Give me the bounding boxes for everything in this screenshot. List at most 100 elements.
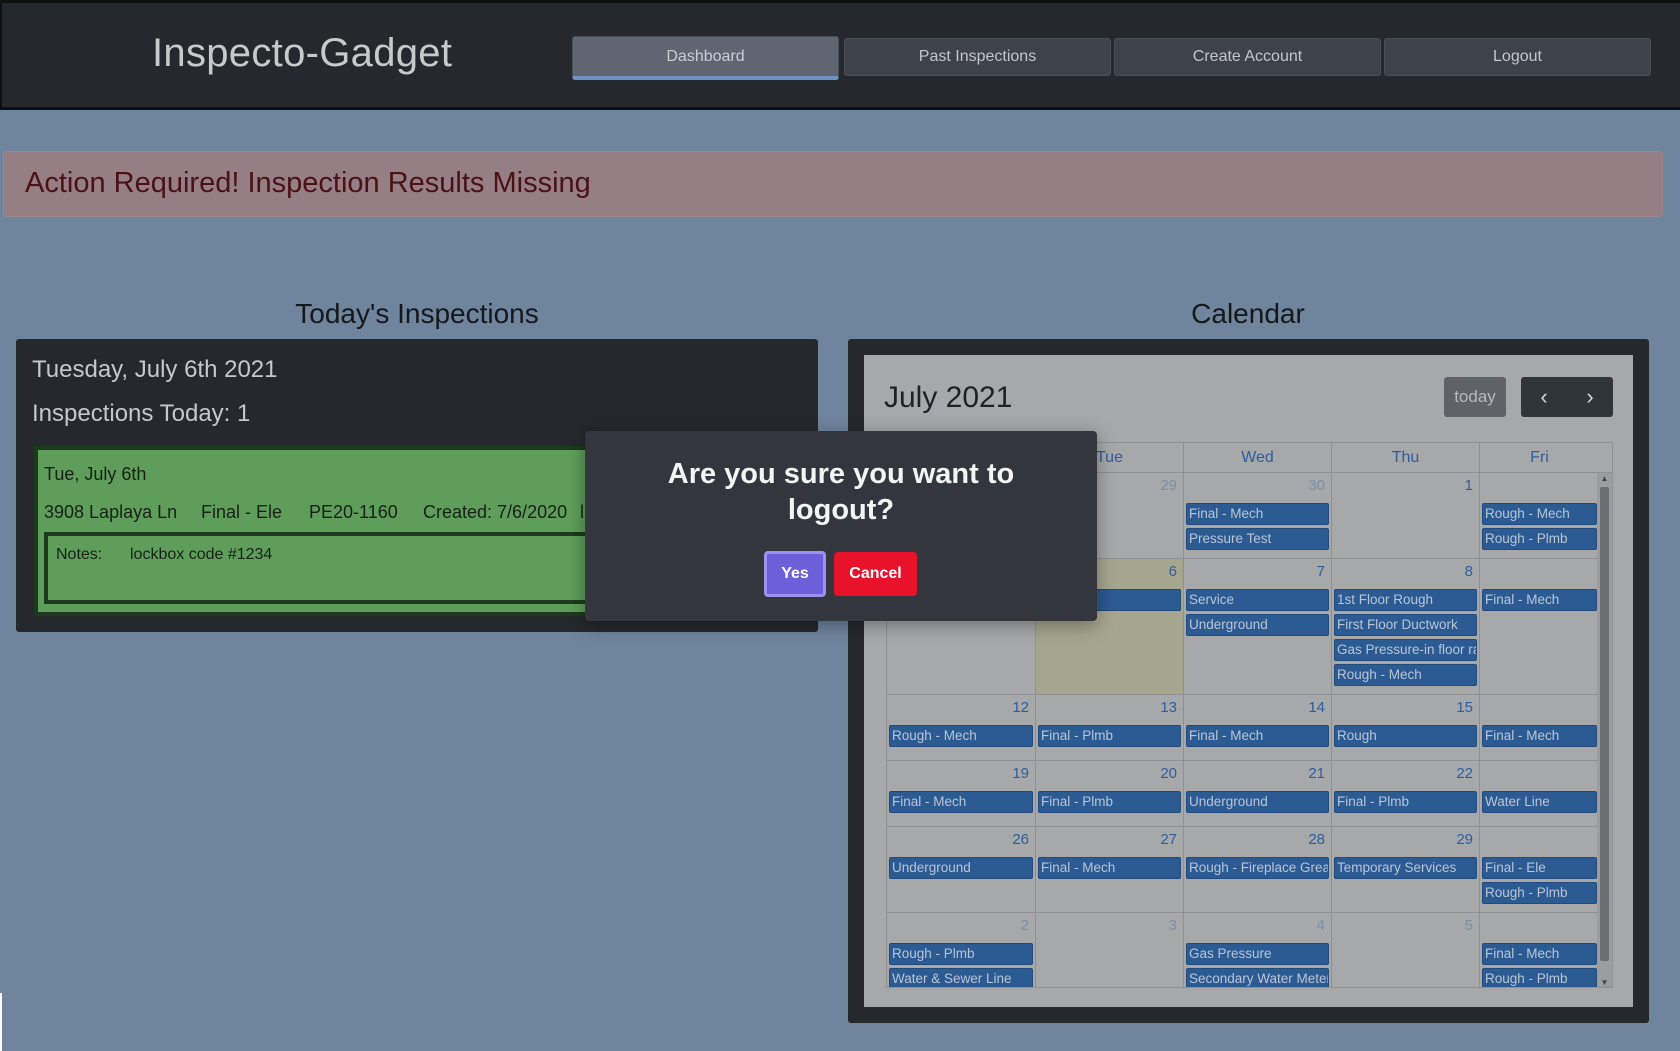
calendar-event[interactable]: Underground [889, 857, 1033, 879]
calendar-day-cell[interactable]: 12 Rough - Mech [887, 695, 1035, 760]
calendar-day-cell[interactable]: 29 Temporary Services [1331, 827, 1479, 912]
calendar-day-cell[interactable]: 26 Underground [887, 827, 1035, 912]
calendar-day-number[interactable]: 1 [1465, 477, 1473, 494]
calendar-event[interactable]: Final - Plmb [1038, 791, 1181, 813]
calendar-event[interactable]: Final - Mech [1482, 725, 1597, 747]
calendar-day-number[interactable]: 3 [1169, 917, 1177, 934]
chevron-left-icon[interactable]: ‹ [1521, 377, 1567, 417]
calendar-day-cell[interactable]: 13 Final - Plmb [1035, 695, 1183, 760]
nav-logout-button[interactable]: Logout [1384, 38, 1651, 76]
calendar-day-cell[interactable]: 5 [1331, 913, 1479, 987]
calendar-scrollbar[interactable]: ▲ ▼ [1597, 473, 1612, 987]
calendar-event[interactable]: Final - Plmb [1038, 725, 1181, 747]
calendar-day-number[interactable]: 7 [1317, 563, 1325, 580]
scrollbar-thumb[interactable] [1600, 487, 1609, 961]
nav-logout-label: Logout [1493, 48, 1542, 65]
yes-button[interactable]: Yes [764, 551, 826, 597]
calendar-day-number[interactable]: 8 [1465, 563, 1473, 580]
calendar-event[interactable]: Rough - Mech [1482, 503, 1597, 525]
calendar-event[interactable]: Final - Mech [1038, 857, 1181, 879]
chevron-right-icon[interactable]: › [1567, 377, 1613, 417]
calendar-day-cell[interactable]: 15 Rough [1331, 695, 1479, 760]
calendar-event[interactable]: Service [1186, 589, 1329, 611]
calendar-event[interactable]: Secondary Water Meter [1186, 968, 1329, 987]
calendar-event[interactable]: Underground [1186, 614, 1329, 636]
calendar-day-cell[interactable]: Final - Mech [1479, 559, 1599, 694]
calendar-day-number[interactable]: 29 [1456, 831, 1473, 848]
calendar-day-number[interactable]: 26 [1012, 831, 1029, 848]
today-date: Tuesday, July 6th 2021 [32, 356, 278, 383]
scroll-down-icon[interactable]: ▼ [1597, 977, 1612, 987]
calendar-event[interactable]: Final - Mech [1186, 725, 1329, 747]
calendar-event[interactable]: Rough [1334, 725, 1477, 747]
calendar-day-cell[interactable]: 30 Final - Mech Pressure Test [1183, 473, 1331, 558]
nav-create-account-button[interactable]: Create Account [1114, 38, 1381, 76]
calendar-day-cell[interactable]: 7 Service Underground [1183, 559, 1331, 694]
inspection-permit: PE20-1160 [309, 502, 398, 522]
calendar-day-cell[interactable]: 21 Underground [1183, 761, 1331, 826]
calendar-event[interactable]: 1st Floor Rough [1334, 589, 1477, 611]
calendar-day-cell[interactable]: 8 1st Floor Rough First Floor Ductwork Gas … [1331, 559, 1479, 694]
calendar-event[interactable]: Rough - Mech [889, 725, 1033, 747]
calendar-day-cell[interactable]: 14 Final - Mech [1183, 695, 1331, 760]
calendar-day-cell[interactable]: 20 Final - Plmb [1035, 761, 1183, 826]
cancel-button[interactable]: Cancel [834, 552, 917, 596]
calendar-day-number[interactable]: 30 [1308, 477, 1325, 494]
calendar-day-cell[interactable]: Final - Mech Rough - Plmb [1479, 913, 1599, 987]
calendar-day-number[interactable]: 2 [1021, 917, 1029, 934]
calendar-day-number[interactable]: 6 [1169, 563, 1177, 580]
calendar-event[interactable]: Final - Mech [1482, 589, 1597, 611]
nav-dashboard-button[interactable]: Dashboard [572, 36, 839, 80]
app-title: Inspecto-Gadget [152, 31, 453, 75]
calendar-day-cell[interactable]: 4 Gas Pressure Secondary Water Meter [1183, 913, 1331, 987]
calendar-event[interactable]: Gas Pressure [1186, 943, 1329, 965]
calendar-day-cell[interactable]: 1 [1331, 473, 1479, 558]
calendar-day-number[interactable]: 5 [1465, 917, 1473, 934]
calendar-day-cell[interactable]: Final - Mech [1479, 695, 1599, 760]
calendar-event[interactable]: Rough - Plmb [889, 943, 1033, 965]
calendar-event[interactable]: Final - Mech [1482, 943, 1597, 965]
calendar-event[interactable]: Final - Mech [889, 791, 1033, 813]
calendar-event[interactable]: Rough - Plmb [1482, 882, 1597, 904]
window-edge [0, 993, 2, 1051]
calendar-day-number[interactable]: 12 [1012, 699, 1029, 716]
calendar-day-number[interactable]: 28 [1308, 831, 1325, 848]
calendar-event[interactable]: First Floor Ductwork [1334, 614, 1477, 636]
calendar-event[interactable]: Water & Sewer Line [889, 968, 1033, 987]
scroll-up-icon[interactable]: ▲ [1597, 473, 1612, 485]
calendar-event[interactable]: Rough - Mech [1334, 664, 1477, 686]
calendar-event[interactable]: Water Line [1482, 791, 1597, 813]
calendar-day-cell[interactable]: 19 Final - Mech [887, 761, 1035, 826]
calendar-event[interactable]: Temporary Services [1334, 857, 1477, 879]
calendar-day-number[interactable]: 29 [1160, 477, 1177, 494]
calendar-day-number[interactable]: 15 [1456, 699, 1473, 716]
calendar-day-cell[interactable]: Final - Ele Rough - Plmb [1479, 827, 1599, 912]
calendar-day-cell[interactable]: Rough - Mech Rough - Plmb [1479, 473, 1599, 558]
calendar-day-number[interactable]: 22 [1456, 765, 1473, 782]
calendar-event[interactable]: Rough - Plmb [1482, 528, 1597, 550]
calendar-day-cell[interactable]: 22 Final - Plmb [1331, 761, 1479, 826]
calendar-event[interactable]: Final - Ele [1482, 857, 1597, 879]
calendar-day-number[interactable]: 4 [1317, 917, 1325, 934]
calendar-event[interactable]: Pressure Test [1186, 528, 1329, 550]
calendar-event[interactable]: Final - Mech [1186, 503, 1329, 525]
calendar-day-number[interactable]: 21 [1308, 765, 1325, 782]
calendar-day-cell[interactable]: 3 [1035, 913, 1183, 987]
calendar-day-cell[interactable]: 2 Rough - Plmb Water & Sewer Line [887, 913, 1035, 987]
calendar-day-number[interactable]: 27 [1160, 831, 1177, 848]
calendar-day-cell[interactable]: Water Line [1479, 761, 1599, 826]
calendar-event[interactable]: Final - Plmb [1334, 791, 1477, 813]
calendar-week-row: 19 Final - Mech 20 Final - Plmb 21 Undergroun… [887, 761, 1599, 827]
calendar-today-button[interactable]: today [1444, 377, 1506, 417]
calendar-event[interactable]: Gas Pressure-in floor radiant [1334, 639, 1477, 661]
nav-past-inspections-button[interactable]: Past Inspections [844, 38, 1111, 76]
calendar-day-cell[interactable]: 27 Final - Mech [1035, 827, 1183, 912]
calendar-day-number[interactable]: 14 [1308, 699, 1325, 716]
calendar-day-number[interactable]: 20 [1160, 765, 1177, 782]
calendar-day-cell[interactable]: 28 Rough - Fireplace Grease Duct [1183, 827, 1331, 912]
calendar-event[interactable]: Underground [1186, 791, 1329, 813]
calendar-day-number[interactable]: 13 [1160, 699, 1177, 716]
calendar-day-number[interactable]: 19 [1012, 765, 1029, 782]
calendar-event[interactable]: Rough - Plmb [1482, 968, 1597, 987]
calendar-event[interactable]: Rough - Fireplace Grease Duct [1186, 857, 1329, 879]
